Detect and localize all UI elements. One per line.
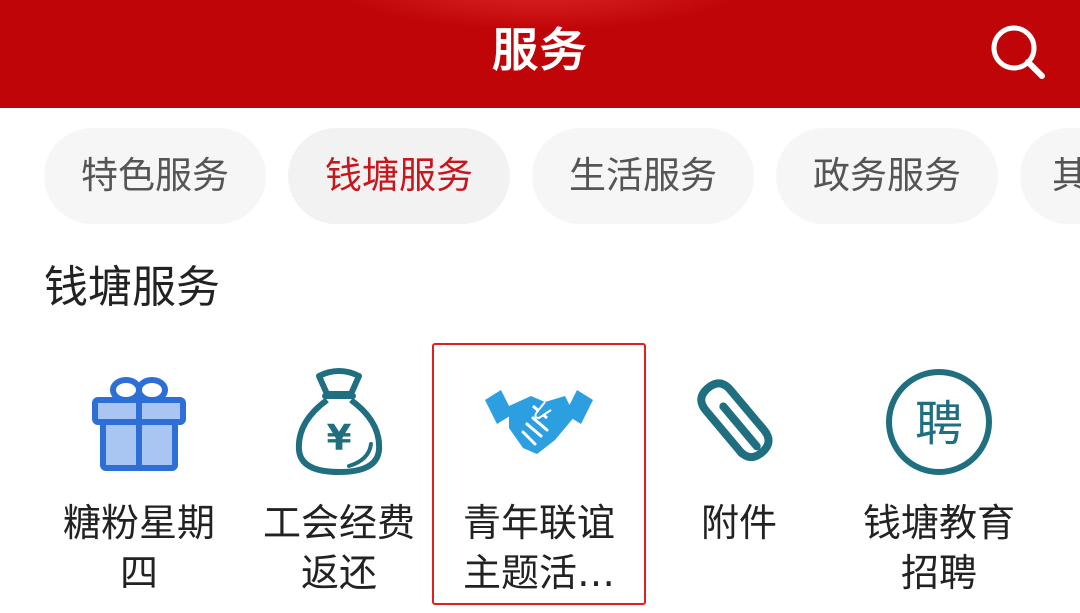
gift-icon [92, 377, 186, 471]
service-label: 工会经费 返还 [262, 501, 415, 595]
tab-special-services[interactable]: 特色服务 [44, 128, 266, 224]
category-tabs: 特色服务 钱塘服务 生活服务 政务服务 其 [0, 128, 1080, 228]
tab-life-services[interactable]: 生活服务 [532, 128, 754, 224]
recruit-glyph: 聘 [915, 396, 963, 452]
search-button[interactable] [986, 20, 1048, 82]
highlight-box [432, 343, 646, 605]
paperclip-icon [697, 379, 773, 462]
tab-government-services[interactable]: 政务服务 [776, 128, 998, 224]
money-glyph: ¥ [326, 418, 351, 459]
service-union-fee-refund[interactable]: ¥ 工会经费 返还 [244, 350, 434, 600]
service-attachment[interactable]: 附件 [644, 350, 834, 600]
service-label: 钱塘教育 招聘 [862, 501, 1015, 595]
service-label: 附件 [700, 501, 777, 545]
search-icon [991, 25, 1045, 79]
tab-qiantang-services[interactable]: 钱塘服务 [288, 128, 510, 224]
section-title: 钱塘服务 [44, 262, 220, 313]
service-tangfen-thursday[interactable]: 糖粉星期 四 [44, 350, 234, 600]
service-qiantang-education-recruitment[interactable]: 聘 钱塘教育 招聘 [844, 350, 1034, 600]
app-header: 服务 [0, 0, 1080, 108]
money-bag-icon: ¥ [295, 368, 383, 475]
tab-other-services[interactable]: 其 [1020, 128, 1080, 224]
page-title: 服务 [492, 23, 588, 77]
recruit-icon: 聘 [886, 369, 992, 475]
service-label: 糖粉星期 四 [62, 501, 215, 595]
